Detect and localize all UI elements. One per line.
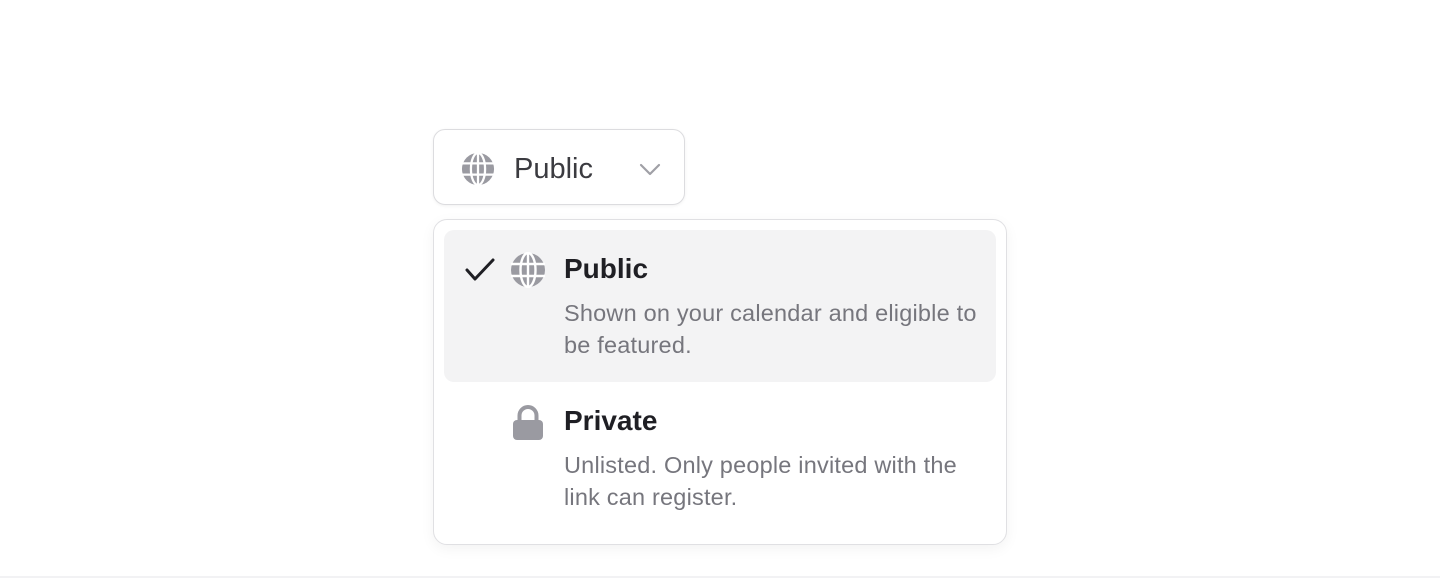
option-title: Private <box>564 405 658 436</box>
checkmark-icon <box>465 258 495 281</box>
option-title: Public <box>564 253 649 284</box>
option-description: Unlisted. Only people invited with the l… <box>564 452 957 510</box>
chevron-down-icon <box>639 163 661 176</box>
globe-icon <box>461 152 495 186</box>
option-private[interactable]: Private Unlisted. Only people invited wi… <box>444 382 996 534</box>
option-description: Shown on your calendar and eligible to b… <box>564 300 977 358</box>
selected-visibility-label: Public <box>514 153 593 185</box>
visibility-dropdown-menu: Public Shown on your calendar and eligib… <box>433 219 1007 545</box>
lock-icon <box>513 405 543 440</box>
visibility-select[interactable]: Public <box>433 129 685 205</box>
option-public[interactable]: Public Shown on your calendar and eligib… <box>444 230 996 382</box>
globe-icon <box>511 252 545 288</box>
